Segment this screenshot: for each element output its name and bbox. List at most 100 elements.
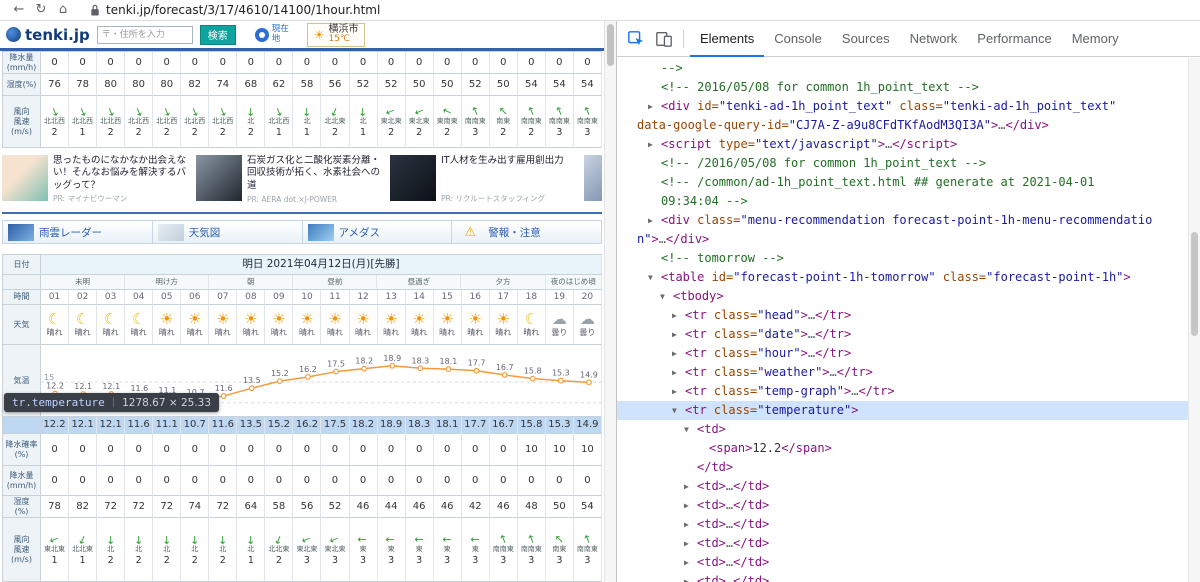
nav-item-0[interactable]: 雨雲レーダー bbox=[2, 220, 152, 244]
devtools-tree-line[interactable]: --> bbox=[617, 59, 1188, 78]
wind-speed-value: 1 bbox=[303, 126, 310, 138]
devtools-tree-line[interactable]: ▶ <tr class="weather">…</tr> bbox=[617, 363, 1188, 382]
ad-banner[interactable]: IT人材を生み出す雇用創出力 PR: リクルートスタッフィング bbox=[390, 155, 578, 204]
devtools-tree-line[interactable]: <!-- 2016/05/08 for common 1h_point_text… bbox=[617, 78, 1188, 97]
expand-arrow-icon[interactable]: ▶ bbox=[684, 534, 689, 553]
expand-arrow-icon[interactable]: ▶ bbox=[672, 363, 677, 382]
devtools-tree-line[interactable]: ▶ <tr class="date">…</tr> bbox=[617, 325, 1188, 344]
temperature-row: 12.2 12.1 12.1 11.6 11.1 10.7 11.6 13.5 15.2 16.2… bbox=[3, 417, 602, 434]
current-location-button[interactable]: 現在地 bbox=[254, 24, 294, 45]
expand-arrow-icon[interactable]: ▶ bbox=[684, 496, 689, 515]
tab-elements[interactable]: Elements bbox=[690, 21, 764, 57]
expand-arrow-icon[interactable]: ▶ bbox=[684, 553, 689, 572]
sun-icon: ☀ bbox=[272, 310, 286, 328]
expand-arrow-icon[interactable]: ▶ bbox=[648, 97, 653, 116]
tab-performance[interactable]: Performance bbox=[967, 21, 1061, 57]
wind-direction-name: 南南東 bbox=[576, 116, 598, 125]
expand-arrow-icon[interactable]: ▶ bbox=[684, 572, 689, 582]
collapse-arrow-icon[interactable]: ▼ bbox=[660, 287, 665, 306]
collapse-arrow-icon[interactable]: ▼ bbox=[672, 401, 677, 420]
tab-sources[interactable]: Sources bbox=[832, 21, 900, 57]
inspect-element-icon[interactable] bbox=[627, 30, 645, 48]
today-wind-cell: ↑ 北 1 bbox=[349, 96, 378, 148]
devtools-tree-line[interactable]: ▼ <tbody> bbox=[617, 287, 1188, 306]
precipitation-cell: 0 bbox=[293, 466, 322, 496]
back-icon[interactable]: ← bbox=[8, 0, 30, 20]
devtools-tree-line[interactable]: ▶ <tr class="temp-graph">…</tr> bbox=[617, 382, 1188, 401]
precipitation-cell: 0 bbox=[237, 466, 266, 496]
wind-direction-name: 東北東 bbox=[408, 116, 430, 125]
ad-image-partial[interactable] bbox=[584, 155, 602, 201]
devtools-tree-line[interactable]: <!-- /common/ad-1h_point_text.html ## ge… bbox=[617, 173, 1188, 192]
devtools-tree-line[interactable]: ▼ <td> bbox=[617, 420, 1188, 439]
devtools-tree-line[interactable]: </td> bbox=[617, 458, 1188, 477]
devtools-tree-line[interactable]: ▶ <td>…</td> bbox=[617, 477, 1188, 496]
wind-speed-value: 2 bbox=[135, 554, 142, 566]
devtools-scrollbar-thumb[interactable] bbox=[1191, 232, 1198, 336]
collapse-arrow-icon[interactable]: ▼ bbox=[684, 420, 689, 439]
city-weather-button[interactable]: ☀ 横浜市 15℃ bbox=[306, 22, 366, 47]
devtools-tree-line[interactable]: ▼ <table id="forecast-point-1h-tomorrow" … bbox=[617, 268, 1188, 287]
precipitation-cell: 0 bbox=[461, 466, 490, 496]
tab-memory[interactable]: Memory bbox=[1062, 21, 1129, 57]
devtools-tree-line[interactable]: ▶ <td>…</td> bbox=[617, 534, 1188, 553]
sun-icon: ☀ bbox=[440, 310, 454, 328]
code-token: > bbox=[851, 403, 859, 417]
site-logo[interactable]: tenki.jp bbox=[6, 26, 90, 44]
nav-item-2[interactable]: アメダス bbox=[301, 220, 452, 244]
nav-item-3[interactable]: ⚠ 警報・注意 bbox=[451, 220, 602, 244]
tab-console[interactable]: Console bbox=[764, 21, 832, 57]
today-humidity-row: 湿度(%) 76 78 80 80 80 82 74 68 62 58 56 52 52 50 50 52 50 5… bbox=[3, 74, 602, 96]
expand-arrow-icon[interactable]: ▶ bbox=[672, 344, 677, 363]
today-precipitation-cell: 0 bbox=[209, 52, 238, 74]
devtools-tree-line[interactable]: ▶ <td>…</td> bbox=[617, 496, 1188, 515]
refresh-icon[interactable]: ↻ bbox=[30, 0, 52, 20]
devtools-tree-line[interactable]: ▶ <tr class="hour">…</tr> bbox=[617, 344, 1188, 363]
tab-network[interactable]: Network bbox=[900, 21, 968, 57]
expand-arrow-icon[interactable]: ▶ bbox=[672, 382, 677, 401]
devtools-tree-line[interactable]: ▶ <td>…</td> bbox=[617, 572, 1188, 582]
today-humidity-cell: 54 bbox=[573, 74, 602, 96]
code-token: </div> bbox=[1005, 118, 1049, 132]
devtools-tree-line[interactable]: ▼ <tr class="temperature"> bbox=[617, 401, 1188, 420]
weather-cell: ☾ 晴れ bbox=[69, 305, 98, 345]
devtools-scrollbar[interactable] bbox=[1188, 58, 1200, 582]
expand-arrow-icon[interactable]: ▶ bbox=[672, 306, 677, 325]
expand-arrow-icon[interactable]: ▶ bbox=[672, 325, 677, 344]
ad-image bbox=[390, 155, 436, 201]
devtools-tree-line[interactable]: ▶ <tr class="head">…</tr> bbox=[617, 306, 1188, 325]
pop-cell: 10 bbox=[545, 434, 574, 466]
devtools-tree-line[interactable]: ▶ <div class="menu-recommendation forecas… bbox=[617, 211, 1188, 230]
devtools-tree-line[interactable]: 09:34:04 --> bbox=[617, 192, 1188, 211]
search-button[interactable]: 検索 bbox=[199, 24, 236, 45]
wind-direction-icon: ↑ bbox=[356, 534, 370, 545]
devtools-tree-line[interactable]: n">…</div> bbox=[617, 230, 1188, 249]
expand-arrow-icon[interactable]: ▶ bbox=[648, 211, 653, 230]
nav-item-1[interactable]: 天気図 bbox=[151, 220, 302, 244]
page-scrollbar[interactable] bbox=[604, 21, 616, 582]
wind-speed-value: 2 bbox=[51, 126, 58, 138]
device-toolbar-icon[interactable] bbox=[655, 30, 673, 48]
expand-arrow-icon[interactable]: ▶ bbox=[684, 515, 689, 534]
address-bar[interactable]: tenki.jp/forecast/3/17/4610/14100/1hour.… bbox=[90, 3, 380, 17]
devtools-tree-line[interactable]: ▶ <td>…</td> bbox=[617, 553, 1188, 572]
devtools-tree-line[interactable]: <!-- tomorrow --> bbox=[617, 249, 1188, 268]
code-token: "temperature" bbox=[757, 403, 852, 417]
devtools-tree-line[interactable]: ▶ <div id="tenki-ad-1h_point_text" class=… bbox=[617, 97, 1188, 116]
devtools-tree-line[interactable]: <!-- /2016/05/08 for common 1h_point_tex… bbox=[617, 154, 1188, 173]
home-icon[interactable]: ⌂ bbox=[52, 0, 74, 20]
ad-banner[interactable]: 思ったものになかなか出会えない！そんなお悩みを解決するバッグって？ PR: マイナ… bbox=[2, 155, 190, 204]
devtools-tree-line[interactable]: data-google-query-id="CJ7A-Z-a9u8CFdTKfA… bbox=[617, 116, 1188, 135]
search-input[interactable] bbox=[96, 25, 193, 44]
collapse-arrow-icon[interactable]: ▼ bbox=[648, 268, 653, 287]
devtools-tree-line[interactable]: ▶ <script type="text/javascript">…</scrip… bbox=[617, 135, 1188, 154]
ad-banner[interactable]: 石炭ガス化と二酸化炭素分離・回収技術が拓く、水素社会への道 PR: AERA do… bbox=[196, 155, 384, 204]
wind-direction-icon: ↑ bbox=[327, 532, 343, 547]
expand-arrow-icon[interactable]: ▶ bbox=[684, 477, 689, 496]
devtools-tree-line[interactable]: ▶ <td>…</td> bbox=[617, 515, 1188, 534]
expand-arrow-icon[interactable]: ▶ bbox=[648, 135, 653, 154]
page-scrollbar-thumb[interactable] bbox=[607, 24, 614, 66]
browser-toolbar: ← ↻ ⌂ tenki.jp/forecast/3/17/4610/14100/… bbox=[0, 0, 1200, 21]
weather-condition-label: 晴れ bbox=[411, 328, 428, 337]
devtools-tree-line[interactable]: <span>12.2</span> bbox=[617, 439, 1188, 458]
